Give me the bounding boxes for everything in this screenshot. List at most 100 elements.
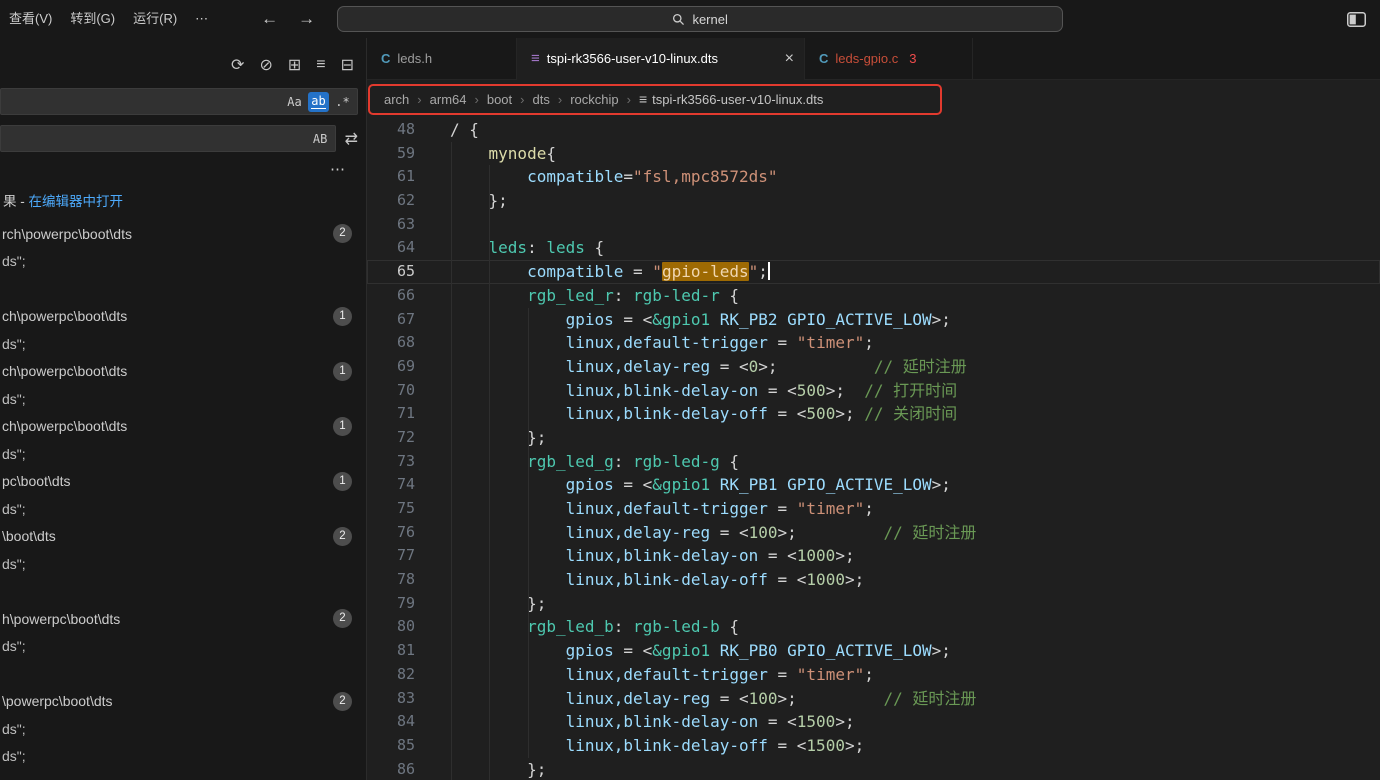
code-line[interactable]: 78 linux,blink-delay-off = <1000>;	[367, 568, 1380, 592]
search-result-file-row[interactable]: \boot\dts2	[0, 523, 366, 551]
code-line[interactable]: 70 linux,blink-delay-on = <500>; // 打开时间	[367, 379, 1380, 403]
c-file-icon: C	[381, 51, 390, 66]
tab-label: tspi-rk3566-user-v10-linux.dts	[547, 51, 718, 66]
code-text: linux,default-trigger = "timer";	[450, 497, 1380, 521]
search-result-file-row[interactable]: h\powerpc\boot\dts2	[0, 605, 366, 633]
breadcrumb-file[interactable]: ≡ tspi-rk3566-user-v10-linux.dts	[639, 91, 823, 107]
breadcrumb-file-icon: ≡	[639, 91, 647, 107]
code-line[interactable]: 75 linux,default-trigger = "timer";	[367, 497, 1380, 521]
search-result-match-row[interactable]: ds";	[0, 743, 366, 771]
search-result-match-row[interactable]	[0, 578, 366, 606]
dts-file-icon: ≡	[531, 50, 540, 67]
layout-panel-icon	[1347, 12, 1366, 27]
menu-item-run[interactable]: 运行(R)	[124, 6, 186, 32]
code-line[interactable]: 84 linux,blink-delay-on = <1500>;	[367, 710, 1380, 734]
menu-item-goto[interactable]: 转到(G)	[61, 6, 124, 32]
search-details-toggle[interactable]: ⋯	[0, 152, 366, 178]
code-line[interactable]: 63	[367, 213, 1380, 237]
search-result-file-row[interactable]: ch\powerpc\boot\dts1	[0, 358, 366, 386]
code-line[interactable]: 77 linux,blink-delay-on = <1000>;	[367, 544, 1380, 568]
match-case-toggle[interactable]: Aa	[284, 92, 305, 112]
command-center[interactable]: kernel	[337, 6, 1063, 32]
code-text: };	[450, 189, 1380, 213]
code-text: linux,blink-delay-off = <1000>;	[450, 568, 1380, 592]
breadcrumb-item[interactable]: dts	[533, 92, 550, 107]
code-line[interactable]: 68 linux,default-trigger = "timer";	[367, 331, 1380, 355]
menu-overflow-button[interactable]: ⋯	[186, 6, 217, 32]
breadcrumb-item[interactable]: boot	[487, 92, 512, 107]
search-result-file-row[interactable]: ch\powerpc\boot\dts1	[0, 303, 366, 331]
code-line[interactable]: 64 leds: leds {	[367, 236, 1380, 260]
regex-toggle[interactable]: .*	[332, 92, 353, 112]
code-line[interactable]: 72 };	[367, 426, 1380, 450]
open-in-editor-link[interactable]: 在编辑器中打开	[29, 194, 124, 209]
search-result-match-row[interactable]: ds";	[0, 715, 366, 743]
search-result-file-row[interactable]: \powerpc\boot\dts2	[0, 688, 366, 716]
search-result-file-row[interactable]: ch\powerpc\boot\dts1	[0, 413, 366, 441]
search-result-file-row[interactable]: rch\powerpc\boot\dts2	[0, 220, 366, 248]
code-line[interactable]: 86 };	[367, 758, 1380, 780]
code-line[interactable]: 69 linux,delay-reg = <0>; // 延时注册	[367, 355, 1380, 379]
line-number: 67	[367, 308, 450, 332]
search-input[interactable]: Aa ab .*	[0, 88, 358, 115]
tab-leds-gpio-c[interactable]: C leds-gpio.c 3	[805, 38, 973, 79]
back-button[interactable]: ←	[261, 9, 278, 29]
code-line[interactable]: 66 rgb_led_r: rgb-led-r {	[367, 284, 1380, 308]
breadcrumb-item[interactable]: arm64	[430, 92, 467, 107]
search-result-match-row[interactable]: ds";	[0, 330, 366, 358]
forward-button[interactable]: →	[298, 9, 315, 29]
preserve-case-toggle[interactable]: AB	[310, 129, 331, 149]
code-line[interactable]: 85 linux,blink-delay-off = <1500>;	[367, 734, 1380, 758]
search-result-file-row[interactable]: pc\boot\dts1	[0, 468, 366, 496]
line-number: 81	[367, 639, 450, 663]
code-lines[interactable]: 48/ {59 mynode{61 compatible="fsl,mpc857…	[367, 118, 1380, 780]
tab-leds-h[interactable]: C leds.h	[367, 38, 517, 79]
match-count-badge: 1	[333, 472, 352, 491]
breadcrumb-item[interactable]: rockchip	[570, 92, 618, 107]
whole-word-toggle[interactable]: ab	[308, 92, 329, 112]
clear-search-results-icon[interactable]: ⊘	[259, 55, 272, 75]
code-line[interactable]: 62 };	[367, 189, 1380, 213]
code-line[interactable]: 80 rgb_led_b: rgb-led-b {	[367, 615, 1380, 639]
code-text: linux,blink-delay-on = <1500>;	[450, 710, 1380, 734]
code-line[interactable]: 79 };	[367, 592, 1380, 616]
search-result-match-row[interactable]: ds";	[0, 248, 366, 276]
line-number: 63	[367, 213, 450, 237]
code-line[interactable]: 67 gpios = <&gpio1 RK_PB2 GPIO_ACTIVE_LO…	[367, 308, 1380, 332]
view-as-tree-icon[interactable]: ≡	[316, 56, 325, 74]
code-text: linux,default-trigger = "timer";	[450, 331, 1380, 355]
code-line[interactable]: 61 compatible="fsl,mpc8572ds"	[367, 165, 1380, 189]
code-line[interactable]: 65 compatible = "gpio-leds";	[367, 260, 1380, 284]
sidebar-toggle-button[interactable]	[1347, 12, 1366, 27]
code-line[interactable]: 76 linux,delay-reg = <100>; // 延时注册	[367, 521, 1380, 545]
menu-item-view[interactable]: 查看(V)	[0, 6, 61, 32]
code-text: linux,delay-reg = <100>; // 延时注册	[450, 521, 1380, 545]
tab-tspi-dts[interactable]: ≡ tspi-rk3566-user-v10-linux.dts ×	[517, 38, 805, 79]
code-line[interactable]: 81 gpios = <&gpio1 RK_PB0 GPIO_ACTIVE_LO…	[367, 639, 1380, 663]
new-search-editor-icon[interactable]: ⊞	[288, 55, 301, 75]
line-number: 61	[367, 165, 450, 189]
breadcrumb-item[interactable]: arch	[384, 92, 409, 107]
search-result-match-row[interactable]	[0, 660, 366, 688]
replace-all-icon[interactable]: ⇄	[345, 129, 358, 149]
search-result-match-row[interactable]: ds";	[0, 440, 366, 468]
code-line[interactable]: 48/ {	[367, 118, 1380, 142]
code-line[interactable]: 73 rgb_led_g: rgb-led-g {	[367, 450, 1380, 474]
code-line[interactable]: 83 linux,delay-reg = <100>; // 延时注册	[367, 687, 1380, 711]
search-result-match-row[interactable]	[0, 275, 366, 303]
code-text: rgb_led_g: rgb-led-g {	[450, 450, 1380, 474]
replace-input[interactable]: AB	[0, 125, 336, 152]
code-line[interactable]: 71 linux,blink-delay-off = <500>; // 关闭时…	[367, 402, 1380, 426]
collapse-all-icon[interactable]: ⊟	[341, 55, 354, 75]
search-result-match-row[interactable]: ds";	[0, 550, 366, 578]
code-line[interactable]: 82 linux,default-trigger = "timer";	[367, 663, 1380, 687]
code-line[interactable]: 59 mynode{	[367, 142, 1380, 166]
line-number: 68	[367, 331, 450, 355]
search-result-match-row[interactable]: ds";	[0, 385, 366, 413]
search-result-match-row[interactable]: ds";	[0, 633, 366, 661]
search-result-match-row[interactable]: ds";	[0, 495, 366, 523]
code-line[interactable]: 74 gpios = <&gpio1 RK_PB1 GPIO_ACTIVE_LO…	[367, 473, 1380, 497]
refresh-icon[interactable]: ⟳	[231, 55, 244, 75]
close-icon[interactable]: ×	[785, 50, 794, 68]
line-number: 48	[367, 118, 450, 142]
